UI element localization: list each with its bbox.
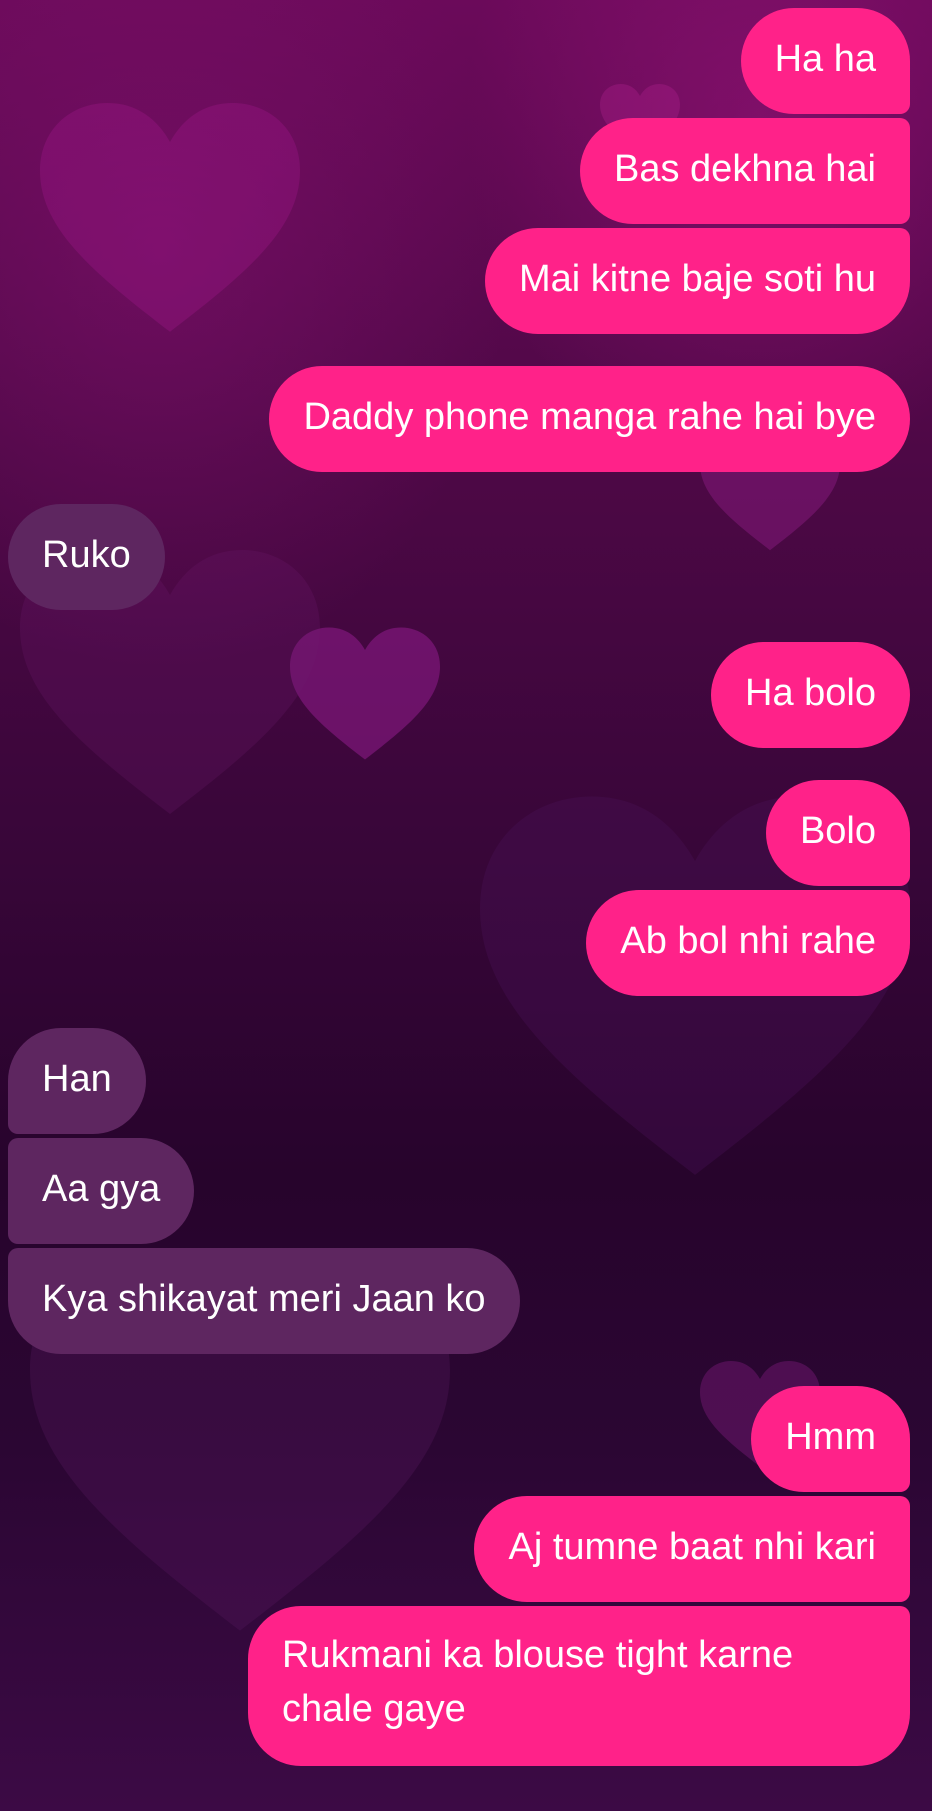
message-bubble-sent[interactable]: Aj tumne baat nhi kari [474,1496,910,1602]
message-bubble-sent[interactable]: Rukmani ka blouse tight karne chale gaye [248,1606,910,1766]
message-bubble-received[interactable]: Han [8,1028,146,1134]
message-bubble-sent[interactable]: Bas dekhna hai [580,118,910,224]
message-bubble-sent[interactable]: Mai kitne baje soti hu [485,228,910,334]
message-bubble-received[interactable]: Ruko [8,504,165,610]
message-list[interactable]: Ha ha Bas dekhna hai Mai kitne baje soti… [0,0,932,1811]
message-bubble-sent[interactable]: Ha bolo [711,642,910,748]
message-bubble-sent[interactable]: Ab bol nhi rahe [586,890,910,996]
message-bubble-sent[interactable]: Hmm [751,1386,910,1492]
message-bubble-sent[interactable]: Ha ha [740,8,910,114]
message-bubble-received[interactable]: Kya shikayat meri Jaan ko [8,1248,520,1354]
message-bubble-sent[interactable]: Daddy phone manga rahe hai bye [269,366,910,472]
message-bubble-sent[interactable]: Bolo [765,780,910,886]
message-bubble-received[interactable]: Aa gya [8,1138,195,1244]
